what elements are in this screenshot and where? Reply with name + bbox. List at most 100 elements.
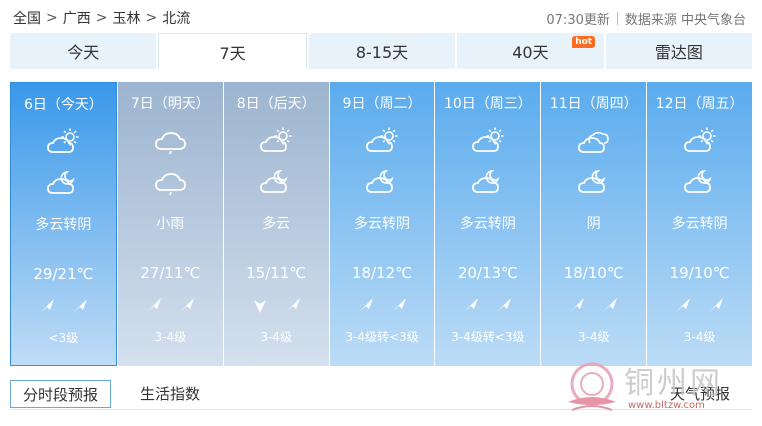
tab-hourly-forecast[interactable]: 分时段预报 xyxy=(10,380,112,408)
partly-cloudy-night-icon xyxy=(47,171,76,194)
day-card[interactable]: 10日（周三） 多云转阴 20/13℃ 3-4级转<3级 xyxy=(435,82,541,366)
partly-cloudy-night-icon xyxy=(577,170,606,193)
partly-cloudy-night-icon xyxy=(471,170,500,193)
weather-description: 多云 xyxy=(262,216,291,232)
wind-arrow-ne-icon xyxy=(179,298,194,312)
light-rain-icon xyxy=(155,132,187,155)
wind-directions xyxy=(330,295,435,315)
day-date: 12日（周五） xyxy=(655,96,744,112)
update-meta: 07:30更新 数据来源 中央气象台 xyxy=(546,9,746,28)
wind-arrow-ne-icon xyxy=(146,298,161,312)
data-source: 数据来源 中央气象台 xyxy=(624,13,746,28)
weather-description: 多云转阴 xyxy=(459,216,516,232)
watermark-logo-icon xyxy=(568,362,616,411)
watermark-text: 铜州网 xyxy=(624,366,723,401)
wind-directions xyxy=(647,295,752,315)
wind-directions xyxy=(435,295,540,315)
wind-arrow-ne-icon xyxy=(72,299,87,313)
day-card[interactable]: 9日（周二） 多云转阴 18/12℃ 3-4级转<3级 xyxy=(329,82,435,366)
weather-description: 阴 xyxy=(586,216,601,232)
wind-arrow-ne-icon xyxy=(497,298,512,312)
watermark-url: www.bltzw.com xyxy=(628,400,705,411)
weather-description: 多云转阴 xyxy=(671,216,728,232)
light-rain-icon xyxy=(155,173,187,196)
partly-cloudy-night-icon xyxy=(260,170,288,193)
wind-directions xyxy=(118,295,223,315)
wind-arrow-ne-icon xyxy=(285,298,300,312)
wind-directions xyxy=(541,295,646,315)
temperature-range: 15/11℃ xyxy=(246,264,307,282)
day-card[interactable]: 8日（后天） 多云 15/11℃ 3-4级 xyxy=(223,82,329,366)
wind-arrow-ne-icon xyxy=(391,298,406,312)
wind-level: 3-4级转<3级 xyxy=(451,330,525,344)
wind-level: 3-4级 xyxy=(260,330,292,344)
wind-arrow-ne-icon xyxy=(464,298,479,312)
wind-arrow-ne-icon xyxy=(676,298,691,312)
tab-today[interactable]: 今天 xyxy=(10,33,157,69)
tab-label: 雷达图 xyxy=(654,43,703,62)
wind-directions xyxy=(224,295,329,315)
partly-cloudy-icon xyxy=(366,127,398,152)
tab-8-15-days[interactable]: 8-15天 xyxy=(308,33,456,69)
day-date: 11日（周四） xyxy=(549,96,638,112)
day-date: 8日（后天） xyxy=(236,96,316,112)
wind-arrow-ne-icon xyxy=(39,299,54,313)
partly-cloudy-night-icon xyxy=(366,170,394,193)
wind-arrow-ne-icon xyxy=(358,298,373,312)
site-watermark: 铜州网 www.bltzw.com xyxy=(562,356,758,422)
tab-label: 40天 xyxy=(512,43,549,62)
wind-level: 3-4级 xyxy=(154,330,187,344)
tab-40-days[interactable]: 40天 hot xyxy=(457,33,604,69)
breadcrumb-separator: > xyxy=(145,10,158,26)
partly-cloudy-night-icon xyxy=(683,170,712,193)
wind-arrow-ne-icon xyxy=(570,298,585,312)
tab-label: 8-15天 xyxy=(355,43,409,62)
day-date: 10日（周三） xyxy=(443,96,532,112)
meta-divider xyxy=(616,12,618,25)
wind-arrow-ne-icon xyxy=(603,298,618,312)
temperature-range: 20/13℃ xyxy=(457,264,518,282)
breadcrumb-item-province[interactable]: 广西 xyxy=(63,8,91,28)
tab-life-index[interactable]: 生活指数 xyxy=(128,380,212,408)
weather-description: 小雨 xyxy=(156,216,185,232)
wind-arrow-ne-icon xyxy=(709,298,724,312)
tab-7-days[interactable]: 7天 xyxy=(158,33,307,69)
partly-cloudy-icon xyxy=(47,128,79,153)
forecast-tabs: 今天 7天 8-15天 40天 hot 雷达图 xyxy=(10,33,753,69)
day-date: 9日（周二） xyxy=(342,96,422,112)
breadcrumb: 全国 > 广西 > 玉林 > 北流 xyxy=(13,8,190,28)
wind-level: 3-4级 xyxy=(577,330,610,344)
day-card[interactable]: 6日（今天） 多云转阴 29/21℃ <3级 xyxy=(10,82,117,366)
breadcrumb-separator: > xyxy=(95,10,108,26)
hot-badge: hot xyxy=(572,36,596,48)
wind-directions xyxy=(11,296,116,316)
breadcrumb-item-county: 北流 xyxy=(162,11,191,27)
weather-description: 多云转阴 xyxy=(354,216,410,232)
tab-label: 今天 xyxy=(67,43,100,62)
temperature-range: 18/10℃ xyxy=(563,264,624,282)
top-bar: 全国 > 广西 > 玉林 > 北流 07:30更新 数据来源 中央气象台 xyxy=(0,0,762,32)
day-cards: 6日（今天） 多云转阴 29/21℃ <3级 7日（明天） 小雨 27/11℃ 3-4级 8日（… xyxy=(10,82,753,366)
partly-cloudy-icon xyxy=(471,127,504,152)
temperature-range: 18/12℃ xyxy=(351,264,413,282)
day-card[interactable]: 7日（明天） 小雨 27/11℃ 3-4级 xyxy=(117,82,223,366)
temperature-range: 27/11℃ xyxy=(140,264,201,282)
update-time: 07:30更新 xyxy=(546,13,610,28)
temperature-range: 19/10℃ xyxy=(669,264,730,282)
tab-label: 7天 xyxy=(219,43,246,63)
wind-level: 3-4级转<3级 xyxy=(345,330,419,344)
breadcrumb-item-city[interactable]: 玉林 xyxy=(112,8,140,28)
wind-level: 3-4级 xyxy=(683,330,716,344)
partly-cloudy-icon xyxy=(260,127,292,152)
day-card[interactable]: 11日（周四） 阴 18/10℃ 3-4级 xyxy=(541,82,647,366)
day-date: 6日（今天） xyxy=(23,97,103,113)
breadcrumb-item-country[interactable]: 全国 xyxy=(13,8,41,28)
wind-arrow-n-icon xyxy=(253,300,266,313)
day-card[interactable]: 12日（周五） 多云转阴 19/10℃ 3-4级 xyxy=(647,82,753,366)
weather-description: 多云转阴 xyxy=(35,217,92,233)
breadcrumb-separator: > xyxy=(46,10,58,26)
overcast-icon xyxy=(577,131,609,153)
day-date: 7日（明天） xyxy=(130,96,210,112)
tab-radar[interactable]: 雷达图 xyxy=(605,33,753,69)
wind-level: <3级 xyxy=(48,331,79,345)
